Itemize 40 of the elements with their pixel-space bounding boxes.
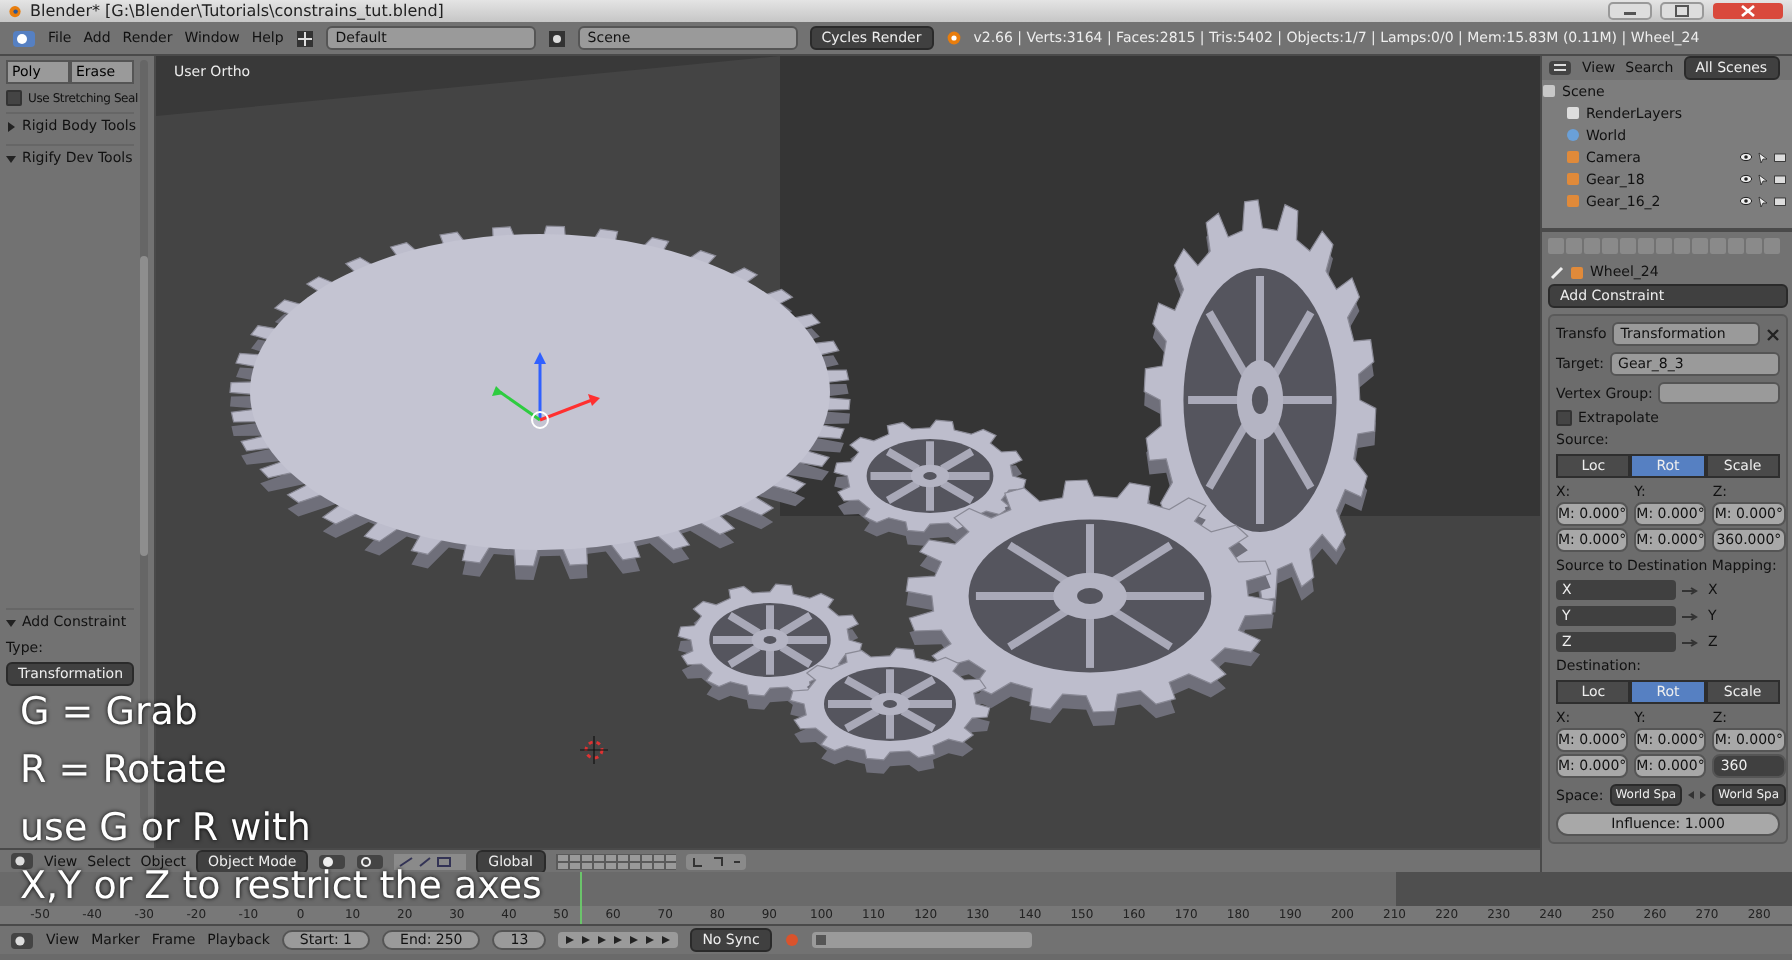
3d-cursor-icon <box>579 735 609 765</box>
disclosure-icon[interactable] <box>6 121 16 131</box>
pivot-icon[interactable] <box>356 853 385 869</box>
caption-text: G = Grab <box>20 696 198 730</box>
scene-icon <box>1542 84 1556 98</box>
arrow-icon <box>1682 637 1698 647</box>
snap-icon[interactable] <box>685 853 745 869</box>
disclosure-icon[interactable] <box>6 153 16 163</box>
manipulator-icon[interactable] <box>394 853 467 869</box>
close-icon[interactable] <box>1712 2 1784 20</box>
scene-icon[interactable] <box>547 29 566 47</box>
checkbox[interactable] <box>1556 410 1572 426</box>
shading-icon[interactable] <box>318 853 347 869</box>
caption-text: use G or R with <box>20 812 311 846</box>
caption-text: X,Y or Z to restrict the axes <box>20 870 542 904</box>
caption-text: R = Rotate <box>20 754 227 788</box>
arrow-icon <box>1682 585 1698 595</box>
keying-set-field-icon[interactable] <box>811 932 1032 948</box>
double-arrow-icon <box>1688 790 1707 800</box>
editor-type-icon[interactable] <box>1548 60 1572 76</box>
minimize-icon[interactable] <box>1608 2 1652 20</box>
eye-icon[interactable] <box>1740 174 1752 184</box>
editor-type-icon[interactable] <box>10 852 34 870</box>
editor-type-icon[interactable] <box>10 931 34 949</box>
link-icon <box>1550 265 1564 279</box>
eye-icon[interactable] <box>1740 196 1752 206</box>
window-title: Blender* [G:\Blender\Tutorials\constrains_tut.blend] <box>30 2 444 20</box>
globe-icon <box>1566 128 1580 142</box>
app-icon <box>8 4 22 18</box>
arrow-icon <box>1682 611 1698 621</box>
close-icon[interactable] <box>1766 327 1780 341</box>
transform-gizmo-icon[interactable] <box>492 352 600 429</box>
vertex-group-field[interactable] <box>1658 382 1780 404</box>
maximize-icon[interactable] <box>1660 2 1704 20</box>
checkbox[interactable] <box>6 90 22 106</box>
disclosure-icon[interactable] <box>6 617 16 627</box>
layer-buttons-icon[interactable] <box>555 853 675 869</box>
playback-controls-icon[interactable] <box>558 932 679 948</box>
layout-icon[interactable] <box>295 29 314 47</box>
eye-icon[interactable] <box>1740 152 1752 162</box>
